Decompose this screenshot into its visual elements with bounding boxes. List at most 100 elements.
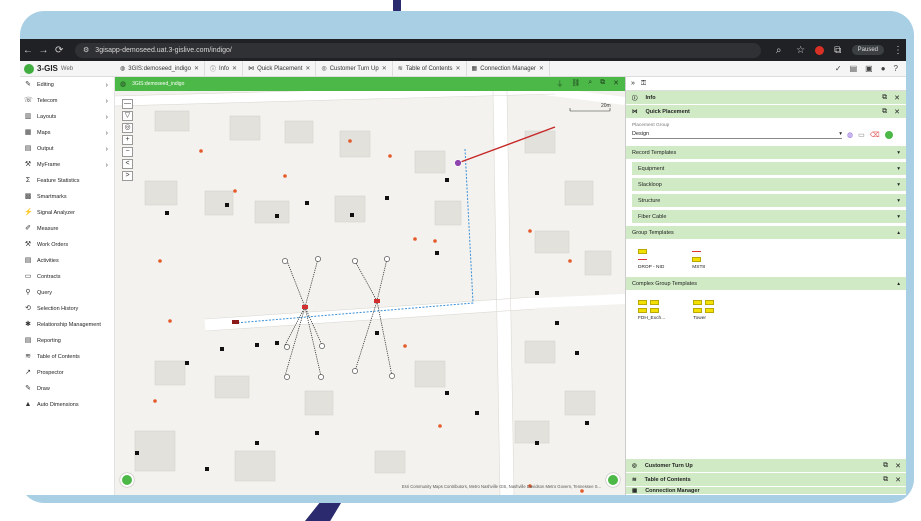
house-icon[interactable] (135, 451, 139, 455)
pole-icon[interactable] (528, 229, 532, 233)
pole-icon[interactable] (348, 139, 352, 143)
house-icon[interactable] (205, 467, 209, 471)
sidebar-item-prospector[interactable]: ↗ Prospector (20, 365, 114, 381)
record-template-equipment[interactable]: Equipment ▾ (632, 162, 906, 175)
profile-button[interactable]: Paused (851, 45, 885, 55)
pole-icon[interactable] (153, 399, 157, 403)
house-icon[interactable] (475, 411, 479, 415)
share-icon[interactable]: < (122, 159, 133, 169)
forward-icon[interactable]: → (36, 45, 52, 56)
close-icon[interactable]: ✕ (382, 65, 387, 72)
tab-table-of-contents[interactable]: ≋ Table of Contents ✕ (393, 60, 467, 77)
group-templates-header[interactable]: Group Templates ▴ (626, 226, 906, 239)
filter-tool-icon[interactable]: ▽ (122, 111, 133, 121)
site-info-icon[interactable]: ⚙ (83, 46, 89, 54)
pole-icon[interactable] (168, 319, 172, 323)
house-icon[interactable] (445, 178, 449, 182)
map-canvas[interactable]: 20m (115, 91, 625, 495)
terminal-icon[interactable] (302, 305, 308, 309)
nid-icon[interactable] (352, 258, 358, 264)
table-of-contents-header[interactable]: ≋ Table of Contents ⧉ ✕ (626, 473, 906, 487)
sidebar-item-editing[interactable]: ✎ Editing › (20, 77, 114, 93)
reload-icon[interactable]: ⟳ (51, 45, 67, 56)
group-template-drop-nid[interactable]: DROP - NID (638, 249, 664, 270)
nid-icon[interactable] (384, 256, 390, 262)
sidebar-item-feature-statistics[interactable]: Σ Feature Statistics (20, 173, 114, 189)
tab-connection-manager[interactable]: ▦ Connection Manager ✕ (467, 60, 550, 77)
expand-icon[interactable]: > (122, 171, 133, 181)
sidebar-item-auto-dimensions[interactable]: ▲ Auto Dimensions (20, 397, 114, 413)
sidebar-item-work-orders[interactable]: ⚒ Work Orders (20, 237, 114, 253)
sidebar-item-relationship-management[interactable]: ✱ Relationship Management (20, 317, 114, 333)
map-action-right-button[interactable] (606, 473, 620, 487)
house-icon[interactable] (185, 361, 189, 365)
selected-node-icon[interactable] (454, 159, 462, 167)
house-icon[interactable] (220, 347, 224, 351)
house-icon[interactable] (535, 291, 539, 295)
complex-template-tower[interactable]: Tower (693, 300, 715, 321)
pole-icon[interactable] (233, 189, 237, 193)
house-icon[interactable] (535, 441, 539, 445)
house-icon[interactable] (315, 431, 319, 435)
pole-icon[interactable] (283, 174, 287, 178)
house-icon[interactable] (385, 196, 389, 200)
sidebar-item-myframe[interactable]: ⚒ MyFrame › (20, 157, 114, 173)
chat-icon[interactable]: ▣ (865, 64, 873, 73)
link-icon[interactable]: ⛓ (571, 79, 580, 89)
sidebar-item-telecom[interactable]: ☏ Telecom › (20, 93, 114, 109)
tab-customer-turn-up[interactable]: ◎ Customer Turn Up ✕ (316, 60, 393, 77)
house-icon[interactable] (375, 331, 379, 335)
nid-icon[interactable] (284, 344, 290, 350)
help-icon[interactable]: ? (894, 64, 898, 73)
sidebar-item-contracts[interactable]: ▭ Contracts (20, 269, 114, 285)
customer-turn-up-header[interactable]: ◎ Customer Turn Up ⧉ ✕ (626, 459, 906, 473)
sidebar-item-signal-analyzer[interactable]: ⚡ Signal Analyzer (20, 205, 114, 221)
nid-icon[interactable] (389, 373, 395, 379)
terminal-icon[interactable] (374, 299, 380, 303)
delete-icon[interactable]: ⌫ (870, 131, 880, 139)
filter-icon[interactable]: ⏚ (556, 79, 563, 89)
close-icon[interactable]: ✕ (895, 462, 901, 470)
house-icon[interactable] (275, 341, 279, 345)
close-icon[interactable]: ✕ (613, 79, 619, 89)
connection-manager-header[interactable]: ▦ Connection Manager (626, 487, 906, 495)
map-view[interactable]: ◍ 3GIS:demoseed_indigo ⏚ ⛓ ⌕ ⧉ ✕ 20m — ▽… (115, 77, 625, 495)
extensions-icon[interactable]: ⧉ (830, 45, 846, 56)
palette-icon[interactable]: ◍ (847, 131, 853, 139)
zoom-in-button[interactable]: + (122, 135, 133, 145)
back-icon[interactable]: ← (20, 45, 36, 56)
user-icon[interactable]: ● (881, 64, 886, 73)
sidebar-item-measure[interactable]: ✐ Measure (20, 221, 114, 237)
add-icon[interactable] (884, 130, 893, 139)
house-icon[interactable] (275, 214, 279, 218)
house-icon[interactable] (255, 343, 259, 347)
record-template-structure[interactable]: Structure ▾ (632, 194, 906, 207)
quick-placement-header[interactable]: ⋈ Quick Placement ⧉ ✕ (626, 105, 906, 119)
sidebar-item-reporting[interactable]: ▤ Reporting (20, 333, 114, 349)
house-icon[interactable] (555, 321, 559, 325)
house-icon[interactable] (445, 391, 449, 395)
pole-icon[interactable] (403, 344, 407, 348)
pole-icon[interactable] (199, 149, 203, 153)
info-header[interactable]: ⓘ Info ⧉ ✕ (626, 91, 906, 105)
house-icon[interactable] (350, 213, 354, 217)
close-icon[interactable]: ✕ (305, 65, 310, 72)
popout-icon[interactable]: ⧉ (600, 79, 605, 89)
pole-icon[interactable] (580, 489, 584, 493)
address-bar[interactable]: ⚙ 3gisapp-demoseed.uat.3-gislive.com/ind… (75, 42, 761, 58)
pole-icon[interactable] (438, 424, 442, 428)
recording-icon[interactable] (814, 45, 824, 55)
tab-quick-placement[interactable]: ⋈ Quick Placement ✕ (243, 60, 317, 77)
record-templates-header[interactable]: Record Templates ▾ (626, 146, 906, 159)
map-action-left-button[interactable] (120, 473, 134, 487)
bookmark-star-icon[interactable]: ☆ (793, 45, 809, 56)
print-icon[interactable]: ▤ (850, 64, 858, 73)
nid-icon[interactable] (284, 374, 290, 380)
collapse-icon[interactable]: » (631, 80, 635, 87)
nid-icon[interactable] (318, 374, 324, 380)
popout-icon[interactable]: ⧉ (882, 108, 887, 116)
sidebar-item-activities[interactable]: ▤ Activities (20, 253, 114, 269)
nid-icon[interactable] (282, 258, 288, 264)
close-icon[interactable]: ✕ (539, 65, 544, 72)
complex-group-templates-header[interactable]: Complex Group Templates ▴ (626, 277, 906, 290)
